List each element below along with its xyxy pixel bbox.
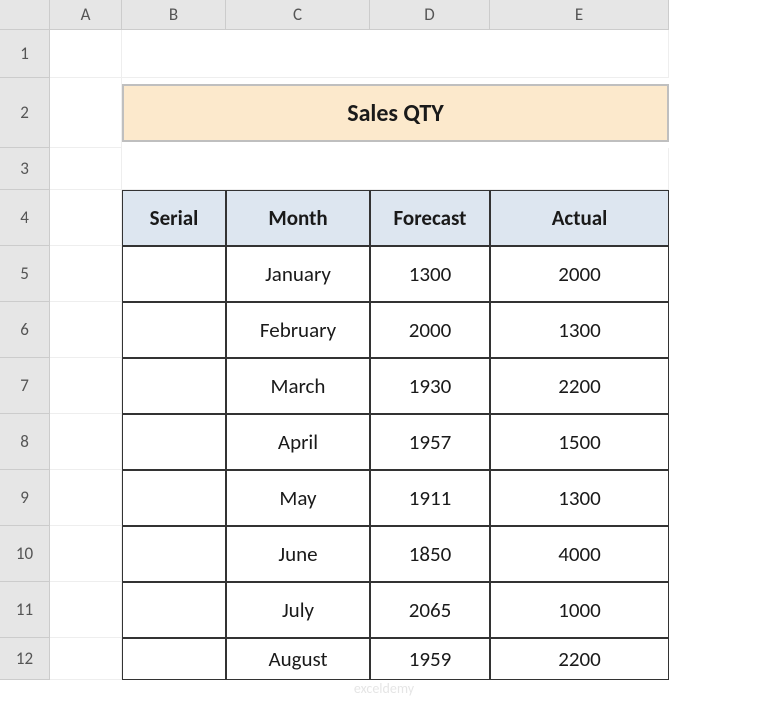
cell-month-2[interactable]: March bbox=[226, 358, 370, 414]
cell-a4[interactable] bbox=[50, 190, 122, 246]
row-header-12[interactable]: 12 bbox=[0, 638, 50, 680]
cell-serial-4[interactable] bbox=[122, 470, 226, 526]
header-serial[interactable]: Serial bbox=[122, 190, 226, 246]
cell-serial-7[interactable] bbox=[122, 638, 226, 680]
cell-month-1[interactable]: February bbox=[226, 302, 370, 358]
cell-a10[interactable] bbox=[50, 526, 122, 582]
row-header-8[interactable]: 8 bbox=[0, 414, 50, 470]
cell-forecast-3[interactable]: 1957 bbox=[370, 414, 490, 470]
cell-forecast-6[interactable]: 2065 bbox=[370, 582, 490, 638]
cell-forecast-7[interactable]: 1959 bbox=[370, 638, 490, 680]
cell-actual-2[interactable]: 2200 bbox=[490, 358, 669, 414]
cell-month-4[interactable]: May bbox=[226, 470, 370, 526]
cell-serial-6[interactable] bbox=[122, 582, 226, 638]
cell-month-7[interactable]: August bbox=[226, 638, 370, 680]
cell-a6[interactable] bbox=[50, 302, 122, 358]
cell-serial-1[interactable] bbox=[122, 302, 226, 358]
cell-actual-1[interactable]: 1300 bbox=[490, 302, 669, 358]
cell-actual-3[interactable]: 1500 bbox=[490, 414, 669, 470]
watermark: exceldemy bbox=[354, 680, 414, 697]
row-header-6[interactable]: 6 bbox=[0, 302, 50, 358]
cell-serial-5[interactable] bbox=[122, 526, 226, 582]
cell-a8[interactable] bbox=[50, 414, 122, 470]
cell-a12[interactable] bbox=[50, 638, 122, 680]
cell-month-0[interactable]: January bbox=[226, 246, 370, 302]
header-month[interactable]: Month bbox=[226, 190, 370, 246]
row-header-5[interactable]: 5 bbox=[0, 246, 50, 302]
cell-month-3[interactable]: April bbox=[226, 414, 370, 470]
cell-month-5[interactable]: June bbox=[226, 526, 370, 582]
cell-forecast-4[interactable]: 1911 bbox=[370, 470, 490, 526]
cell-serial-2[interactable] bbox=[122, 358, 226, 414]
col-header-a[interactable]: A bbox=[50, 0, 122, 30]
cell-serial-3[interactable] bbox=[122, 414, 226, 470]
cell-b3-e3[interactable] bbox=[122, 148, 669, 190]
row-header-3[interactable]: 3 bbox=[0, 148, 50, 190]
col-header-b[interactable]: B bbox=[122, 0, 226, 30]
row-header-9[interactable]: 9 bbox=[0, 470, 50, 526]
col-header-e[interactable]: E bbox=[490, 0, 669, 30]
row-header-1[interactable]: 1 bbox=[0, 30, 50, 78]
cell-forecast-0[interactable]: 1300 bbox=[370, 246, 490, 302]
cell-a11[interactable] bbox=[50, 582, 122, 638]
cell-a3[interactable] bbox=[50, 148, 122, 190]
row-header-7[interactable]: 7 bbox=[0, 358, 50, 414]
cell-a2[interactable] bbox=[50, 78, 122, 148]
row-header-2[interactable]: 2 bbox=[0, 78, 50, 148]
title-merged-cell[interactable]: Sales QTY bbox=[122, 84, 669, 142]
cell-forecast-1[interactable]: 2000 bbox=[370, 302, 490, 358]
cell-actual-5[interactable]: 4000 bbox=[490, 526, 669, 582]
col-header-d[interactable]: D bbox=[370, 0, 490, 30]
cell-a1[interactable] bbox=[50, 30, 122, 78]
cell-actual-4[interactable]: 1300 bbox=[490, 470, 669, 526]
spreadsheet-grid: A B C D E 1 2 Sales QTY 3 4 Serial Month… bbox=[0, 0, 768, 680]
cell-b1-e1[interactable] bbox=[122, 30, 669, 78]
cell-a7[interactable] bbox=[50, 358, 122, 414]
col-header-c[interactable]: C bbox=[226, 0, 370, 30]
cell-a9[interactable] bbox=[50, 470, 122, 526]
cell-actual-7[interactable]: 2200 bbox=[490, 638, 669, 680]
header-forecast[interactable]: Forecast bbox=[370, 190, 490, 246]
header-actual[interactable]: Actual bbox=[490, 190, 669, 246]
select-all-corner[interactable] bbox=[0, 0, 50, 30]
cell-actual-6[interactable]: 1000 bbox=[490, 582, 669, 638]
cell-month-6[interactable]: July bbox=[226, 582, 370, 638]
cell-forecast-5[interactable]: 1850 bbox=[370, 526, 490, 582]
cell-actual-0[interactable]: 2000 bbox=[490, 246, 669, 302]
row-header-10[interactable]: 10 bbox=[0, 526, 50, 582]
cell-forecast-2[interactable]: 1930 bbox=[370, 358, 490, 414]
cell-serial-0[interactable] bbox=[122, 246, 226, 302]
row-header-11[interactable]: 11 bbox=[0, 582, 50, 638]
row-header-4[interactable]: 4 bbox=[0, 190, 50, 246]
cell-a5[interactable] bbox=[50, 246, 122, 302]
